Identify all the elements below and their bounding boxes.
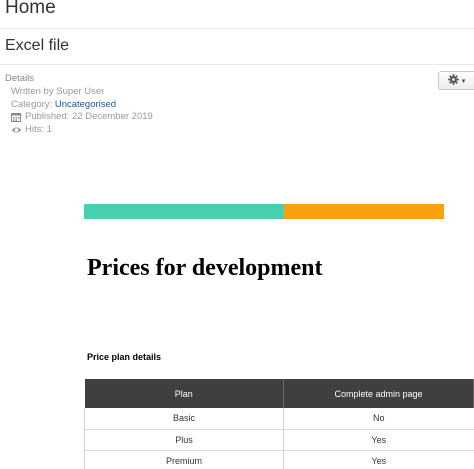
table-cell: Basic <box>84 408 284 430</box>
accent-bar-orange <box>283 204 444 219</box>
calendar-icon <box>11 112 21 123</box>
divider <box>0 28 474 29</box>
article-title: Excel file <box>5 37 70 54</box>
table-row: Plus Yes <box>84 429 474 451</box>
category-prefix: Category: <box>11 98 53 110</box>
article-details: Written by Super User Category: Uncatego… <box>11 86 153 136</box>
table-row: Premium Yes <box>84 450 474 469</box>
category-row: Category: Uncategorised <box>11 99 153 112</box>
column-header-admin: Complete admin page <box>283 379 474 408</box>
document-heading: Prices for development <box>87 255 323 281</box>
table-caption: Price plan details <box>87 352 162 362</box>
page: Home Excel file Details Written by Super… <box>0 0 474 469</box>
author-text: Written by Super User <box>11 86 105 98</box>
category-link[interactable]: Uncategorised <box>55 99 116 111</box>
hits-text: Hits: 1 <box>25 123 52 135</box>
eye-icon <box>11 125 22 135</box>
column-header-plan: Plan <box>84 379 284 408</box>
table-header-row: Plan Complete admin page <box>84 379 474 408</box>
table-cell: No <box>283 408 474 430</box>
table-cell: Yes <box>283 429 474 451</box>
chevron-down-icon: ▾ <box>461 77 466 85</box>
details-label: Details <box>5 73 35 84</box>
price-table: Plan Complete admin page Basic No Plus Y… <box>84 379 474 469</box>
author-row: Written by Super User <box>11 86 153 99</box>
table-cell: Premium <box>84 450 284 469</box>
page-title: Home <box>5 0 56 18</box>
published-text: Published: 22 December 2019 <box>25 111 153 123</box>
hits-row: Hits: 1 <box>11 124 153 137</box>
divider <box>0 64 474 65</box>
article-tools-button[interactable]: ▾ <box>438 71 474 90</box>
published-row: Published: 22 December 2019 <box>11 111 153 124</box>
accent-bar-green <box>84 204 283 219</box>
table-cell: Yes <box>283 450 474 469</box>
table-cell: Plus <box>84 429 284 451</box>
gear-icon <box>447 73 459 88</box>
table-row: Basic No <box>84 408 474 430</box>
